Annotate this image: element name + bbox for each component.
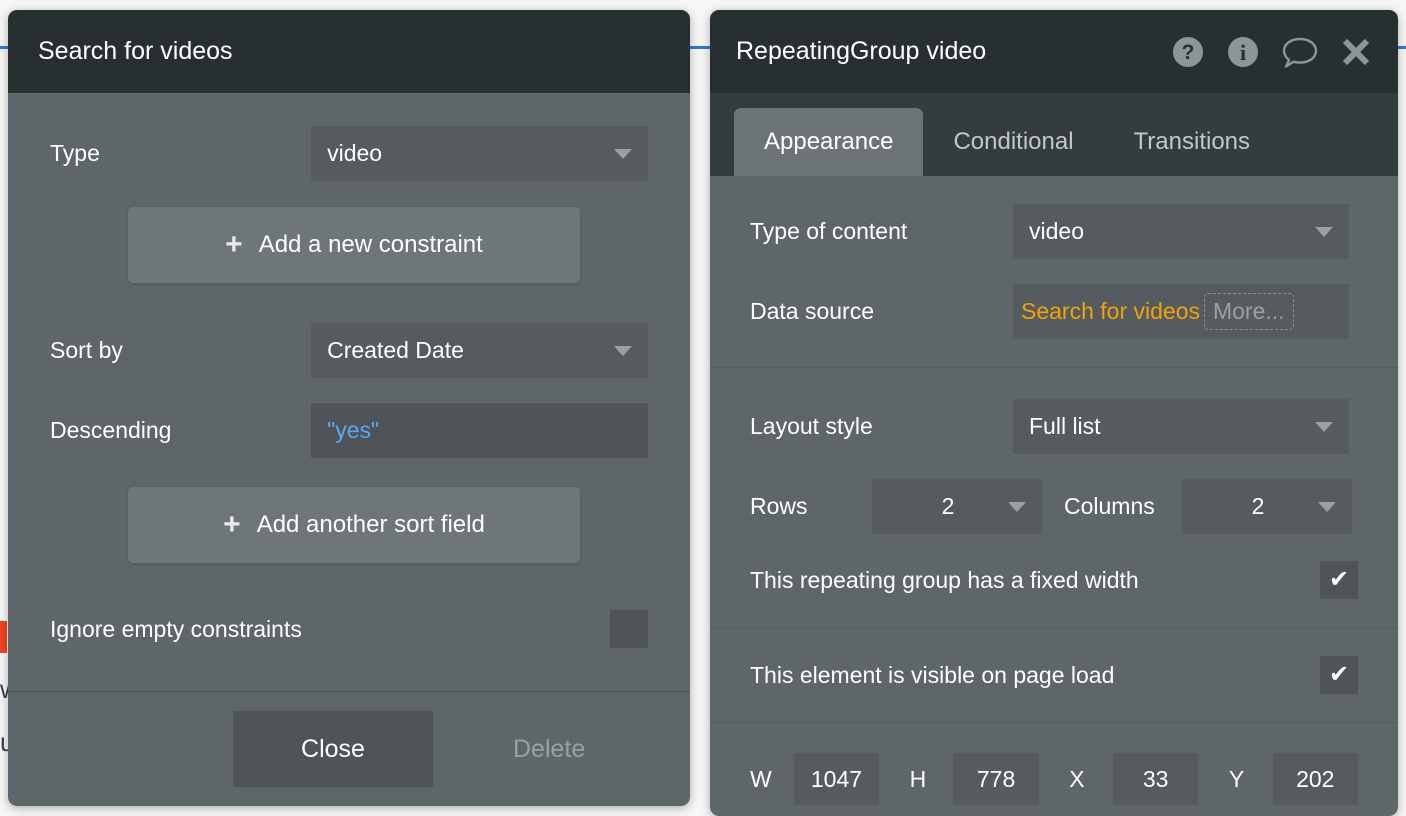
columns-label: Columns <box>1064 493 1155 519</box>
app-canvas: w u Search for videos Type video + Add a… <box>0 0 1406 816</box>
add-another-sort-field-button[interactable]: + Add another sort field <box>128 487 580 563</box>
search-dialog-body: Type video + Add a new constraint Sort b… <box>8 93 690 806</box>
sort-by-value: Created Date <box>327 337 464 363</box>
add-new-constraint-button[interactable]: + Add a new constraint <box>128 207 580 283</box>
repeating-group-property-editor: RepeatingGroup video ? i Appearance Cond… <box>710 10 1398 816</box>
columns-dropdown[interactable]: 2 <box>1182 479 1352 534</box>
info-icon[interactable]: i <box>1226 35 1260 69</box>
fixed-width-checkbox[interactable]: ✔ <box>1320 561 1358 599</box>
ignore-empty-constraints-checkbox[interactable] <box>610 610 648 648</box>
geometry-row: W 1047 H 778 X 33 Y 202 <box>710 753 1398 805</box>
fixed-width-row: This repeating group has a fixed width ✔ <box>710 561 1398 599</box>
layout-style-label: Layout style <box>750 413 873 439</box>
tab-conditional[interactable]: Conditional <box>923 108 1103 176</box>
element-panel-header-icons: ? i <box>1171 35 1372 69</box>
type-of-content-value: video <box>1029 218 1084 244</box>
search-for-videos-dialog: Search for videos Type video + Add a new… <box>8 10 690 806</box>
help-icon[interactable]: ? <box>1171 35 1205 69</box>
descending-input[interactable]: "yes" <box>311 403 648 458</box>
chevron-down-icon <box>614 148 632 159</box>
layout-style-row: Layout style Full list <box>710 399 1398 454</box>
plus-icon: + <box>223 508 241 541</box>
checkmark-icon: ✔ <box>1328 661 1350 688</box>
search-dialog-header: Search for videos <box>8 10 690 93</box>
sort-by-dropdown[interactable]: Created Date <box>311 323 648 378</box>
element-panel-body: Type of content video Data source Search… <box>710 176 1398 816</box>
fixed-width-label: This repeating group has a fixed width <box>750 566 1139 593</box>
type-dropdown-value: video <box>327 140 383 166</box>
element-panel-tabs: Appearance Conditional Transitions <box>710 93 1398 176</box>
x-label: X <box>1069 765 1085 792</box>
type-dropdown[interactable]: video <box>311 126 648 181</box>
data-source-value[interactable]: Search for videos <box>1021 298 1200 325</box>
comment-icon[interactable] <box>1281 35 1319 69</box>
y-label: Y <box>1228 765 1245 792</box>
chevron-down-icon <box>1008 501 1026 512</box>
descending-label: Descending <box>50 417 172 443</box>
sort-by-row: Sort by Created Date <box>8 323 690 378</box>
type-of-content-dropdown[interactable]: video <box>1013 204 1349 259</box>
element-panel-header: RepeatingGroup video ? i <box>710 10 1398 93</box>
delete-button[interactable]: Delete <box>513 735 585 764</box>
type-of-content-row: Type of content video <box>710 204 1398 259</box>
rows-dropdown[interactable]: 2 <box>872 479 1042 534</box>
rows-columns-row: Rows 2 Columns 2 <box>710 479 1398 534</box>
chevron-down-icon <box>1318 501 1336 512</box>
height-label: H <box>909 765 927 792</box>
sort-by-label: Sort by <box>50 337 123 363</box>
ignore-empty-constraints-label: Ignore empty constraints <box>50 615 302 642</box>
width-label: W <box>750 765 772 792</box>
descending-value: "yes" <box>327 417 380 443</box>
ignore-empty-constraints-row: Ignore empty constraints <box>8 610 690 648</box>
layout-style-dropdown[interactable]: Full list <box>1013 399 1349 454</box>
section-divider <box>710 367 1398 368</box>
x-input[interactable]: 33 <box>1112 753 1199 805</box>
add-new-constraint-label: Add a new constraint <box>258 231 483 258</box>
tab-transitions[interactable]: Transitions <box>1104 108 1280 176</box>
data-source-label: Data source <box>750 298 875 324</box>
descending-row: Descending "yes" <box>8 403 690 458</box>
type-row: Type video <box>8 126 690 181</box>
svg-text:i: i <box>1240 40 1246 65</box>
height-input[interactable]: 778 <box>953 753 1039 805</box>
element-panel-title: RepeatingGroup video <box>736 37 987 65</box>
y-input[interactable]: 202 <box>1272 753 1359 805</box>
search-dialog-title: Search for videos <box>38 37 233 65</box>
visible-on-load-checkbox[interactable]: ✔ <box>1320 656 1358 694</box>
plus-icon: + <box>225 228 243 261</box>
chevron-down-icon <box>1315 421 1333 432</box>
svg-text:?: ? <box>1182 41 1195 64</box>
data-source-more-button[interactable]: More... <box>1203 293 1294 330</box>
tab-appearance[interactable]: Appearance <box>734 108 924 176</box>
type-label: Type <box>50 140 100 166</box>
checkmark-icon: ✔ <box>1328 566 1350 593</box>
data-source-field[interactable]: Search for videos More... <box>1013 284 1349 339</box>
add-sort-field-row: + Add another sort field <box>8 487 690 563</box>
close-icon[interactable] <box>1340 36 1372 68</box>
visible-on-load-row: This element is visible on page load ✔ <box>710 656 1398 694</box>
layout-style-value: Full list <box>1029 413 1101 439</box>
width-input[interactable]: 1047 <box>793 753 880 805</box>
add-constraint-row: + Add a new constraint <box>8 207 690 283</box>
visible-on-load-label: This element is visible on page load <box>750 661 1115 688</box>
close-button[interactable]: Close <box>233 711 433 787</box>
chevron-down-icon <box>614 345 632 356</box>
columns-value: 2 <box>1251 493 1265 519</box>
add-another-sort-field-label: Add another sort field <box>256 511 485 538</box>
chevron-down-icon <box>1315 226 1333 237</box>
search-dialog-footer: Close Delete <box>8 691 690 806</box>
section-divider <box>710 722 1398 723</box>
data-source-row: Data source Search for videos More... <box>710 284 1398 339</box>
section-divider <box>710 628 1398 629</box>
rows-value: 2 <box>941 493 955 519</box>
canvas-red-marker <box>0 621 7 653</box>
rows-label: Rows <box>750 493 808 519</box>
type-of-content-label: Type of content <box>750 218 908 244</box>
